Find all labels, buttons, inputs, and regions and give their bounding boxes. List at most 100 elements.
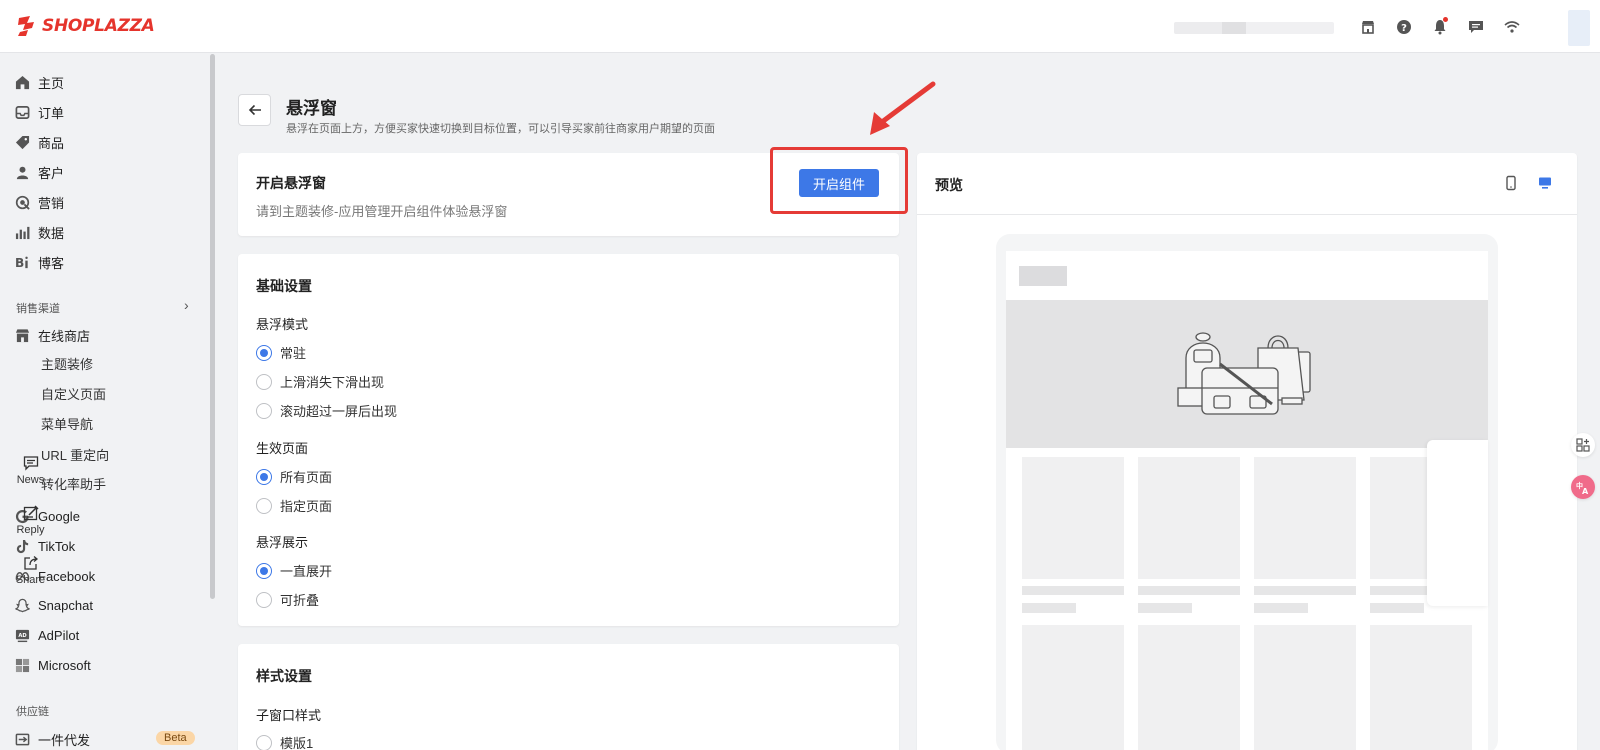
sidebar-item-label: 在线商店 xyxy=(38,328,91,344)
svg-text:AD: AD xyxy=(18,632,26,638)
sidebar-item-dropship[interactable]: 一件代发 xyxy=(14,729,90,749)
edit-icon xyxy=(23,505,39,521)
preview-price-line xyxy=(1254,603,1308,613)
pages-option-specific[interactable]: 指定页面 xyxy=(256,496,332,515)
sidebar-item-orders[interactable]: 订单 xyxy=(14,102,64,122)
preview-text-line xyxy=(1254,586,1356,595)
float-item-share[interactable]: Share xyxy=(0,555,61,586)
float-mode-label: 悬浮模式 xyxy=(256,317,309,332)
sidebar-item-label: 博客 xyxy=(38,255,65,271)
style-settings-card xyxy=(238,644,899,750)
tag-icon xyxy=(14,134,30,150)
svg-text:B: B xyxy=(15,256,24,270)
enable-card-description: 请到主题装修-应用管理开启组件体验悬浮窗 xyxy=(256,204,508,219)
preview-product-card xyxy=(1022,625,1124,750)
preview-price-line xyxy=(1022,603,1076,613)
radio-unchecked xyxy=(256,402,272,419)
preview-float-window xyxy=(1427,440,1488,606)
translate-icon[interactable]: 中A xyxy=(1571,475,1595,499)
float-item-label: News xyxy=(16,474,45,486)
radio-unchecked xyxy=(256,734,272,750)
preview-logo-placeholder xyxy=(1019,266,1067,286)
enable-card-title: 开启悬浮窗 xyxy=(256,175,326,191)
float-item-reply[interactable]: Reply xyxy=(0,505,61,536)
preview-product-card xyxy=(1138,457,1240,579)
desktop-device-icon[interactable] xyxy=(1537,175,1553,191)
bell-icon[interactable] xyxy=(1430,17,1450,37)
radio-unchecked xyxy=(256,497,272,514)
shoplazza-logo[interactable]: SHOPLAZZA xyxy=(16,15,155,37)
effective-pages-label: 生效页面 xyxy=(256,441,309,456)
display-option-collapsible[interactable]: 可折叠 xyxy=(256,590,319,609)
sidebar-scrollbar[interactable] xyxy=(210,54,215,599)
sidebar-item-microsoft[interactable]: Microsoft xyxy=(14,655,91,675)
preview-divider xyxy=(917,214,1577,215)
sidebar-subitem-custom-pages[interactable]: 自定义页面 xyxy=(41,385,106,405)
radio-label: 指定页面 xyxy=(280,499,333,514)
notification-dot xyxy=(1443,17,1448,22)
mode-option-after-scroll[interactable]: 滚动超过一屏后出现 xyxy=(256,401,397,420)
sidebar-item-label: 主页 xyxy=(38,75,65,91)
radio-checked xyxy=(256,562,272,579)
store-name-blurred[interactable] xyxy=(1174,22,1334,34)
arrow-left-icon xyxy=(248,104,261,116)
radio-label: 滚动超过一屏后出现 xyxy=(280,404,398,419)
snapchat-icon xyxy=(14,597,30,613)
chevron-right-icon[interactable]: › xyxy=(184,297,189,313)
sidebar-subitem-theme[interactable]: 主题装修 xyxy=(41,355,93,375)
sidebar-item-adpilot[interactable]: AD AdPilot xyxy=(14,625,79,645)
store-icon[interactable] xyxy=(1358,17,1378,37)
sidebar-item-online-store[interactable]: 在线商店 xyxy=(14,325,90,345)
apps-grid-icon[interactable] xyxy=(1571,433,1595,457)
sidebar-item-label: 数据 xyxy=(38,225,65,241)
preview-product-card xyxy=(1138,625,1240,750)
mode-option-resident[interactable]: 常驻 xyxy=(256,343,306,362)
float-item-news[interactable]: News xyxy=(0,455,61,486)
beta-badge: Beta xyxy=(156,731,195,745)
brand-name: SHOPLAZZA xyxy=(42,16,155,36)
sidebar-item-blog[interactable]: B 博客 xyxy=(14,252,65,272)
svg-text:?: ? xyxy=(1401,23,1407,34)
sidebar-item-tiktok[interactable]: TikTok xyxy=(14,536,75,556)
ad-icon: AD xyxy=(14,627,30,643)
radio-label: 一直展开 xyxy=(280,564,333,579)
page-title: 悬浮窗 xyxy=(286,99,337,118)
supply-chain-label: 供应链 xyxy=(16,706,49,718)
wifi-icon[interactable] xyxy=(1502,17,1522,37)
sidebar-item-label: 客户 xyxy=(38,165,65,181)
sidebar-item-marketing[interactable]: 营销 xyxy=(14,192,64,212)
dropship-icon xyxy=(14,731,30,747)
tiktok-icon xyxy=(14,538,30,554)
display-option-expanded[interactable]: 一直展开 xyxy=(256,561,332,580)
annotation-arrow-icon xyxy=(870,81,936,135)
sidebar-item-products[interactable]: 商品 xyxy=(14,132,64,152)
back-button[interactable] xyxy=(238,94,271,126)
preview-product-card xyxy=(1254,457,1356,579)
page-subtitle: 悬浮在页面上方，方便买家快速切换到目标位置，可以引导买家前往商家用户期望的页面 xyxy=(286,123,715,135)
preview-text-line xyxy=(1022,586,1124,595)
top-bar: SHOPLAZZA ? xyxy=(0,0,1600,53)
basic-settings-card xyxy=(238,254,899,626)
sidebar-item-snapchat[interactable]: Snapchat xyxy=(14,595,93,615)
sidebar-item-analytics[interactable]: 数据 xyxy=(14,222,64,242)
pages-option-all[interactable]: 所有页面 xyxy=(256,467,332,486)
mobile-device-icon[interactable] xyxy=(1503,175,1519,191)
preview-title: 预览 xyxy=(935,177,963,193)
float-item-label: Share xyxy=(15,574,46,586)
sidebar-item-customers[interactable]: 客户 xyxy=(14,162,64,182)
sidebar-item-label: AdPilot xyxy=(38,627,80,643)
logo-mark-icon xyxy=(18,16,34,36)
chat-icon[interactable] xyxy=(1466,17,1486,37)
sidebar-item-label: 一件代发 xyxy=(38,732,91,748)
radio-label: 模版1 xyxy=(280,736,314,750)
mode-option-scroll-toggle[interactable]: 上滑消失下滑出现 xyxy=(256,372,384,391)
preview-product-card xyxy=(1022,457,1124,579)
radio-label: 所有页面 xyxy=(280,470,333,485)
sidebar-subitem-menu[interactable]: 菜单导航 xyxy=(41,415,93,435)
sidebar-item-label: 商品 xyxy=(38,135,65,151)
message-icon xyxy=(23,456,38,471)
sidebar-item-home[interactable]: 主页 xyxy=(14,72,64,92)
help-icon[interactable]: ? xyxy=(1394,17,1414,37)
avatar[interactable] xyxy=(1568,10,1590,46)
window-option-template1[interactable]: 模版1 xyxy=(256,733,313,750)
